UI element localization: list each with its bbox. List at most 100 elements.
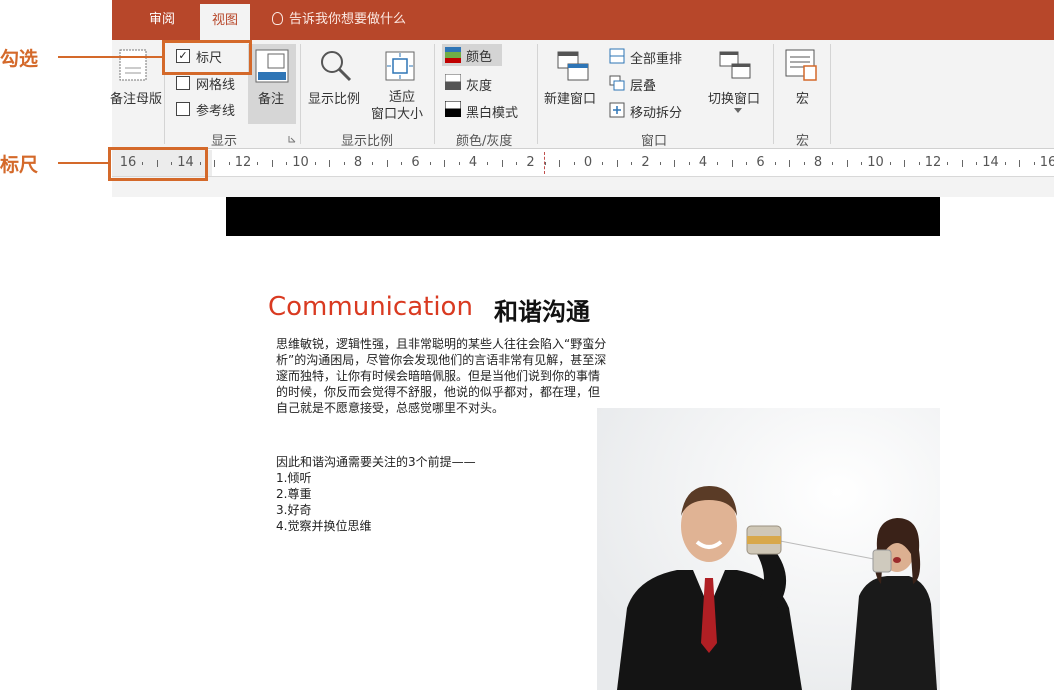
ruler-tick [501,159,503,167]
ruler-tick [832,161,834,165]
ruler-tick [573,161,575,165]
notes-master-button[interactable]: 备注母版 [110,88,162,107]
zoom-group-label: 显示比例 [341,134,394,149]
ruler-tick [228,161,230,165]
new-window-button[interactable]: 新建窗口 [544,88,596,107]
black-white-button[interactable]: 黑白模式 [466,102,518,121]
ruler-tick [688,161,690,165]
notes-button[interactable]: 备注 [248,44,296,124]
group-divider [537,44,538,144]
ribbon-view-panel: 备注母版 ✓ 标尺 网格线 参考线 备注 显示 显示比例 适应 窗口大小 显示比… [110,40,1054,149]
ruler-tick [544,161,546,165]
slide-title-english: Communication [268,292,473,322]
list-item: 3.好奇 [276,503,312,517]
ruler-tick [444,159,446,167]
paragraph-line: 邃而独特，让你有时候会暗暗佩服。但是当他们说到你的事情 [276,369,601,383]
guides-checkbox-label: 参考线 [196,104,236,119]
list-intro: 因此和谐沟通需要关注的3个前提—— [276,455,476,469]
move-split-button[interactable]: 移动拆分 [630,102,682,121]
ruler-tick [1033,161,1035,165]
slide-list: 因此和谐沟通需要关注的3个前提—— 1.倾听 2.尊重 3.好奇 4.觉察并换位… [276,454,476,534]
ruler-tick [731,159,733,167]
macro-icon [785,49,817,81]
tab-view[interactable]: 视图 [200,4,250,40]
ruler-tick [861,161,863,165]
ruler-label: 4 [468,155,478,170]
move-split-icon [609,102,625,118]
callout-check-line [58,56,162,58]
group-divider [830,44,831,144]
callout-check-label: 勾选 [0,48,39,70]
ruler-tick [343,161,345,165]
new-window-icon [557,51,589,81]
cascade-icon [609,75,625,91]
list-item: 1.倾听 [276,471,312,485]
macro-button[interactable]: 宏 [796,88,809,107]
ruler-label: 12 [234,155,252,170]
paragraph-line: 思维敏锐，逻辑性强，且非常聪明的某些人往往会陷入“野蛮分 [276,337,607,351]
switch-window-button[interactable]: 切换窗口 [708,88,760,107]
notes-icon [255,49,289,83]
ruler-tick [1019,159,1021,167]
grayscale-button[interactable]: 灰度 [466,75,492,94]
ruler-tick [846,159,848,167]
ribbon-tab-bar: 审阅 视图 [112,0,1054,40]
zoom-magnifier-icon [321,51,352,82]
callout-check-box [162,40,252,75]
ruler-tick [214,159,216,167]
ruler-tick [717,161,719,165]
ruler-tick [271,159,273,167]
ruler-tick [631,161,633,165]
ruler-label: 6 [756,155,765,170]
zoom-button[interactable]: 显示比例 [308,88,360,107]
dialog-launcher-icon[interactable] [288,135,296,143]
tell-me-text: 告诉我你想要做什么 [289,12,407,27]
tell-me-search[interactable]: 告诉我你想要做什么 [272,0,406,40]
ruler-label: 2 [641,155,650,170]
tab-review[interactable]: 审阅 [136,0,188,40]
switch-window-icon [719,51,751,79]
slide-title-chinese: 和谐沟通 [494,298,590,326]
ruler-tick [659,161,661,165]
color-group-label: 颜色/灰度 [456,134,513,149]
ruler-tick [401,161,403,165]
ruler-tick [947,161,949,165]
gridlines-checkbox[interactable] [176,76,190,90]
list-item: 4.觉察并换位思维 [276,519,372,533]
window-group-label: 窗口 [641,134,668,149]
ruler-tick [746,161,748,165]
group-divider [434,44,435,144]
fit-window-label-line2[interactable]: 窗口大小 [371,103,423,122]
ruler-label: 12 [924,155,942,170]
color-swatch-icon [445,47,461,63]
ruler-tick [976,161,978,165]
ruler-tick [803,161,805,165]
paragraph-line: 的时候，你反而会觉得不舒服，他说的似乎都对，都在理，但 [276,385,601,399]
cascade-button[interactable]: 层叠 [630,75,656,94]
callout-ruler-label: 标尺 [0,154,39,176]
ruler-tick [286,161,288,165]
ruler-tick [774,161,776,165]
ruler-tick [516,161,518,165]
arrange-all-button[interactable]: 全部重排 [630,48,682,67]
ruler-tick [329,159,331,167]
ruler-tick [314,161,316,165]
guides-checkbox[interactable] [176,102,190,116]
ruler-tick [918,161,920,165]
list-item: 2.尊重 [276,487,312,501]
ruler-tick [674,159,676,167]
color-button[interactable]: 颜色 [442,44,502,66]
group-divider [773,44,774,144]
horizontal-ruler[interactable]: 16 14 12 10 8 6 4 2 0 2 4 6 8 10 12 14 16 [112,150,1054,177]
chevron-down-icon[interactable] [734,108,742,114]
gridlines-checkbox-label: 网格线 [196,78,236,93]
ruler-tick [372,161,374,165]
paragraph-line: 析”的沟通困局，尽管你会发现他们的言语非常有见解，甚至深 [276,353,607,367]
slide-header-bar [226,197,940,236]
ruler-tick [458,161,460,165]
ruler-label: 0 [583,155,593,170]
ruler-label: 8 [353,155,363,170]
ruler-label: 10 [867,155,884,170]
ruler-tick [386,159,388,167]
lightbulb-icon [272,12,283,25]
